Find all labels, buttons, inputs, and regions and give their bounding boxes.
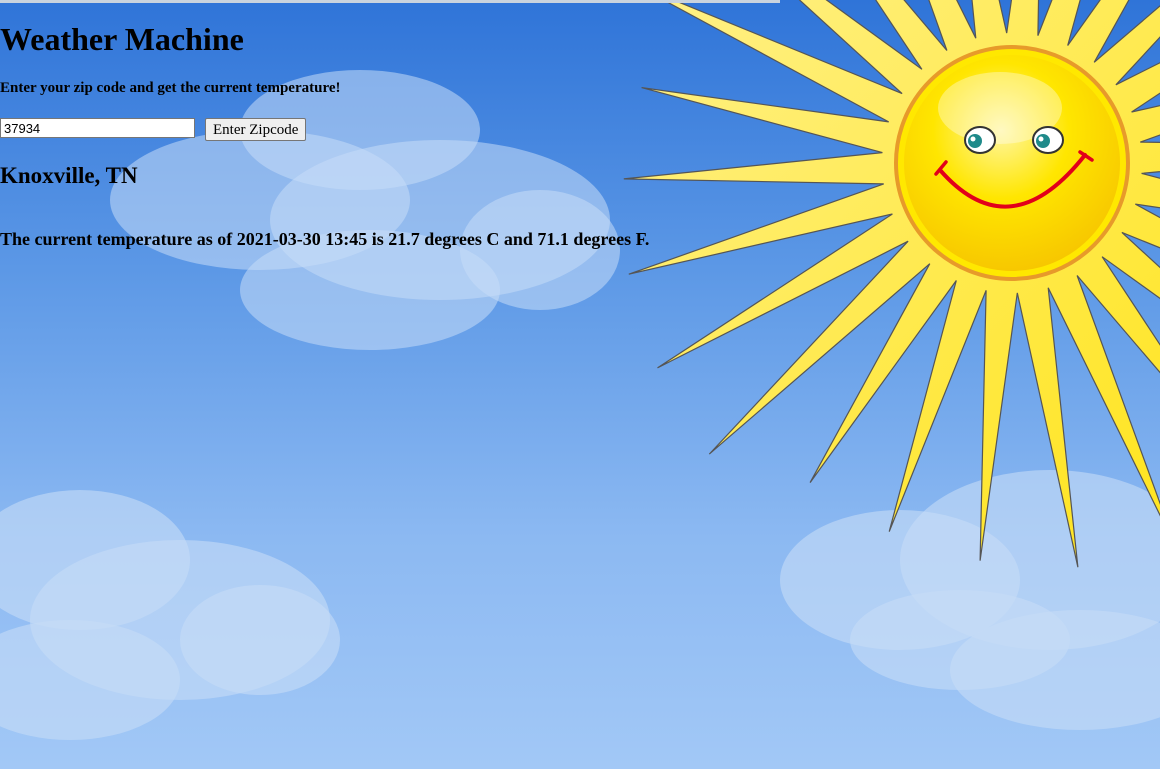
enter-zipcode-button[interactable]: Enter Zipcode bbox=[205, 118, 307, 141]
instructions-text: Enter your zip code and get the current … bbox=[0, 80, 341, 96]
page-title: Weather Machine bbox=[0, 21, 244, 57]
sky-background bbox=[0, 0, 1160, 769]
top-strip bbox=[0, 0, 780, 3]
temperature-text: The current temperature as of 2021-03-30… bbox=[0, 229, 650, 249]
location-heading: Knoxville, TN bbox=[0, 163, 138, 188]
zipcode-input[interactable] bbox=[0, 118, 195, 138]
